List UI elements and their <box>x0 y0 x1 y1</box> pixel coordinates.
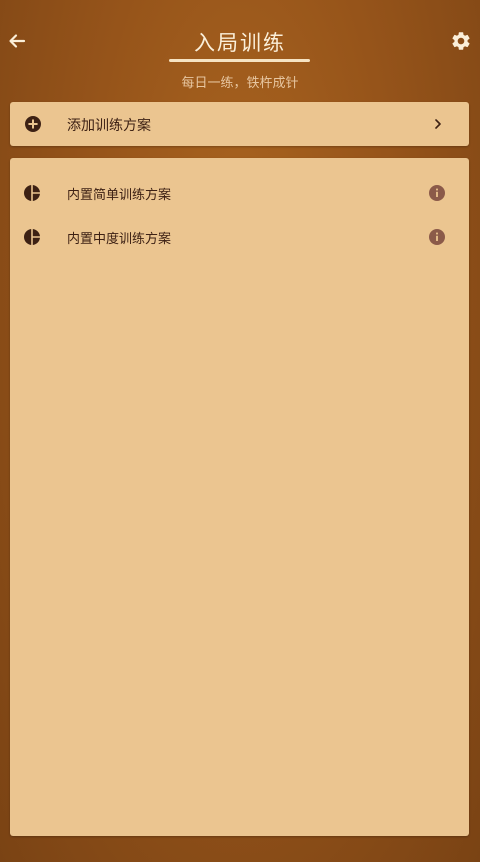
plan-label: 内置简单训练方案 <box>67 188 172 203</box>
plan-list: 内置简单训练方案 内置中度训练方案 <box>10 158 469 836</box>
pie-chart-icon <box>24 229 40 245</box>
gear-icon <box>452 32 470 50</box>
info-icon[interactable] <box>429 185 445 201</box>
page-title: 入局训练 <box>194 31 286 55</box>
add-plan-label: 添加训练方案 <box>67 118 151 134</box>
add-plan-button[interactable]: 添加训练方案 <box>10 102 469 146</box>
chevron-right-icon <box>435 119 441 129</box>
app-header: 入局训练 每日一练，铁杵成针 <box>0 0 480 100</box>
page-subtitle: 每日一练，铁杵成针 <box>181 76 299 91</box>
plan-label: 内置中度训练方案 <box>67 232 172 247</box>
plus-circle-icon <box>25 116 41 132</box>
title-underline <box>169 59 310 62</box>
list-item-medium-plan[interactable]: 内置中度训练方案 <box>10 216 469 256</box>
pie-chart-icon <box>24 185 40 201</box>
settings-button[interactable] <box>450 30 472 52</box>
info-icon[interactable] <box>429 229 445 245</box>
list-item-simple-plan[interactable]: 内置简单训练方案 <box>10 172 469 212</box>
